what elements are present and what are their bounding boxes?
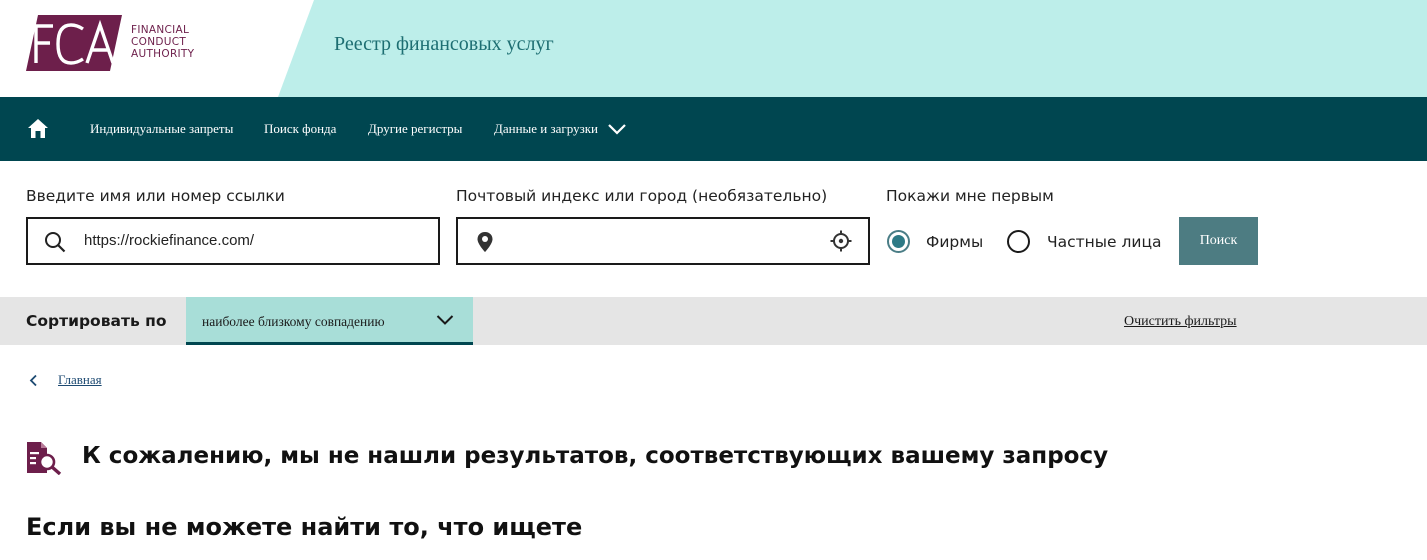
site-title[interactable]: Реестр финансовых услуг (334, 33, 554, 56)
location-field-label: Почтовый индекс или город (необязательно… (456, 187, 828, 205)
home-icon[interactable] (26, 116, 50, 140)
nav-item-data-downloads[interactable]: Данные и загрузки (494, 121, 598, 137)
name-search-value[interactable]: https://rockiefinance.com/ (84, 232, 254, 249)
document-search-icon (27, 442, 62, 475)
search-icon (45, 232, 66, 253)
radio-firms-label[interactable]: Фирмы (926, 233, 983, 251)
locate-me-icon[interactable] (830, 230, 852, 252)
radio-individuals[interactable] (1007, 230, 1030, 253)
location-pin-icon (477, 232, 493, 252)
show-first-label: Покажи мне первым (886, 187, 1054, 205)
sort-select[interactable]: наиболее близкому совпадению (186, 297, 473, 345)
nav-item-fund-search[interactable]: Поиск фонда (264, 121, 336, 137)
breadcrumb-home-link[interactable]: Главная (58, 372, 102, 388)
fca-name-line: FINANCIAL (131, 24, 190, 36)
header-white-panel (0, 0, 314, 97)
sort-label: Сортировать по (26, 312, 167, 330)
fca-wordmark: FINANCIAL CONDUCT AUTHORITY (131, 24, 194, 60)
location-input[interactable] (456, 217, 870, 265)
chevron-down-icon[interactable] (607, 123, 627, 136)
fca-name-line: AUTHORITY (131, 48, 195, 60)
nav-item-other-registers[interactable]: Другие регистры (368, 121, 462, 137)
main-nav: Индивидуальные запреты Поиск фонда Други… (0, 97, 1427, 161)
radio-individuals-label[interactable]: Частные лица (1047, 233, 1162, 251)
chevron-down-icon[interactable] (436, 314, 454, 326)
fca-logo[interactable] (26, 15, 122, 71)
help-heading: Если вы не можете найти то, что ищете (26, 513, 583, 541)
clear-filters-link[interactable]: Очистить фильтры (1124, 314, 1237, 330)
sort-bar: Сортировать по наиболее близкому совпаде… (0, 297, 1427, 345)
radio-firms[interactable] (887, 230, 910, 253)
site-header: FINANCIAL CONDUCT AUTHORITY Реестр финан… (0, 0, 1427, 97)
sort-selected-value[interactable]: наиболее близкому совпадению (202, 314, 385, 330)
name-search-input[interactable]: https://rockiefinance.com/ (26, 217, 440, 265)
fca-name-line: CONDUCT (131, 36, 187, 48)
search-button[interactable]: Поиск (1179, 217, 1258, 265)
chevron-left-icon (29, 374, 37, 387)
name-field-label: Введите имя или номер ссылки (26, 187, 285, 205)
nav-item-individual-bans[interactable]: Индивидуальные запреты (90, 121, 233, 137)
no-results-heading: К сожалению, мы не нашли результатов, со… (82, 443, 1109, 469)
